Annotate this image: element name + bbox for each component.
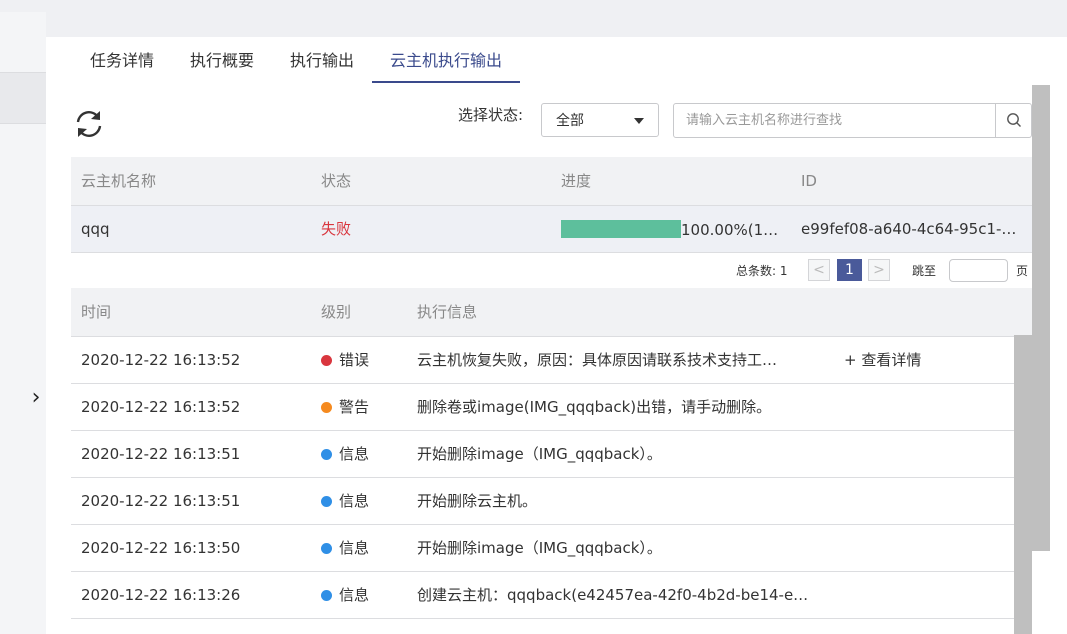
total-count: 总条数: 1 <box>736 264 788 278</box>
col-progress[interactable]: 进度 <box>561 157 591 205</box>
vm-search-box <box>673 103 1032 138</box>
log-time: 2020-12-22 16:13:52 <box>81 398 241 416</box>
col-time[interactable]: 时间 <box>81 288 111 336</box>
log-message: 删除卷或image(IMG_qqqback)出错，请手动删除。 <box>417 398 772 416</box>
log-level: 错误 <box>321 337 369 383</box>
log-time: 2020-12-22 16:13:26 <box>81 586 241 604</box>
table-row[interactable]: 2020-12-22 16:13:52 错误 云主机恢复失败，原因：具体原因请联系技… <box>71 337 1014 384</box>
caret-down-icon <box>634 118 644 124</box>
col-vm-name[interactable]: 云主机名称 <box>81 157 156 205</box>
left-sidebar-strip <box>0 12 46 634</box>
vm-table: 云主机名称 状态 进度 ID qqq 失败 100.00%(1… e99fef0… <box>71 157 1033 253</box>
col-message[interactable]: 执行信息 <box>417 288 477 336</box>
pagination: 总条数: 1 < 1 > 跳至 页 <box>736 259 1036 283</box>
level-dot-icon <box>321 496 332 507</box>
log-table: 时间 级别 执行信息 2020-12-22 16:13:52 错误 云主机恢复失败，… <box>71 288 1033 619</box>
status-select-value: 全部 <box>556 113 584 129</box>
prev-page-button[interactable]: < <box>808 259 830 281</box>
vm-search-input[interactable] <box>674 104 994 137</box>
chevron-right-icon[interactable]: › <box>26 386 46 410</box>
page-unit-label: 页 <box>1016 264 1029 278</box>
table-row[interactable]: 2020-12-22 16:13:50 信息 开始删除image（IMG_qqqba… <box>71 525 1014 572</box>
table-row[interactable]: 2020-12-22 16:13:51 信息 开始删除image（IMG_qqqba… <box>71 431 1014 478</box>
level-dot-icon <box>321 355 332 366</box>
log-message: 云主机恢复失败，原因：具体原因请联系技术支持工… <box>417 351 778 369</box>
current-page[interactable]: 1 <box>837 259 862 281</box>
log-message: 开始删除image（IMG_qqqback）。 <box>417 445 662 463</box>
log-level-text: 警告 <box>339 398 370 416</box>
log-message: 开始删除云主机。 <box>417 492 538 510</box>
log-time: 2020-12-22 16:13:51 <box>81 445 241 463</box>
table-row[interactable]: 2020-12-22 16:13:51 信息 开始删除云主机。 <box>71 478 1014 525</box>
log-time: 2020-12-22 16:13:50 <box>81 539 241 557</box>
tab-execution-output[interactable]: 执行输出 <box>272 37 372 83</box>
log-level-text: 信息 <box>339 445 370 463</box>
log-table-header: 时间 级别 执行信息 <box>71 288 1033 337</box>
table-row[interactable]: qqq 失败 100.00%(1… e99fef08-a640-4c64-95c… <box>71 206 1033 253</box>
view-details-link[interactable]: + 查看详情 <box>844 337 921 383</box>
main-panel: 任务详情 执行概要 执行输出 云主机执行输出 选择状态: 全部 云主机名称 状态 <box>46 37 1067 634</box>
tab-vm-execution-output[interactable]: 云主机执行输出 <box>372 37 521 83</box>
log-message: 开始删除image（IMG_qqqback）。 <box>417 539 662 557</box>
refresh-icon[interactable] <box>72 107 106 141</box>
log-level: 信息 <box>321 572 369 618</box>
level-dot-icon <box>321 543 332 554</box>
jump-to-label: 跳至 <box>912 264 937 278</box>
jump-page-input[interactable] <box>949 259 1008 282</box>
log-time: 2020-12-22 16:13:51 <box>81 492 241 510</box>
table-row[interactable]: 2020-12-22 16:13:26 信息 创建云主机：qqqback(e4245… <box>71 572 1014 619</box>
status-select[interactable]: 全部 <box>541 103 659 137</box>
vm-id: e99fef08-a640-4c64-95c1-… <box>801 220 1017 238</box>
log-level: 信息 <box>321 525 369 571</box>
progress-indicator: 100.00%(1… <box>561 220 778 240</box>
col-status[interactable]: 状态 <box>321 157 351 205</box>
progress-bar <box>561 220 681 238</box>
level-dot-icon <box>321 449 332 460</box>
level-dot-icon <box>321 402 332 413</box>
log-time: 2020-12-22 16:13:52 <box>81 351 241 369</box>
log-level-text: 错误 <box>339 351 370 369</box>
log-level-text: 信息 <box>339 539 370 557</box>
log-level-text: 信息 <box>339 492 370 510</box>
log-level: 信息 <box>321 478 369 524</box>
progress-text: 100.00%(1… <box>681 221 779 239</box>
col-id[interactable]: ID <box>801 157 817 205</box>
tab-execution-summary[interactable]: 执行概要 <box>172 37 272 83</box>
log-message: 创建云主机：qqqback(e42457ea-42f0-4b2d-be14-e… <box>417 586 809 604</box>
level-dot-icon <box>321 590 332 601</box>
tab-bar: 任务详情 执行概要 执行输出 云主机执行输出 <box>72 37 521 83</box>
status-filter-label: 选择状态: <box>458 106 524 124</box>
col-level[interactable]: 级别 <box>321 288 351 336</box>
sidebar-segment <box>0 72 46 124</box>
log-level: 警告 <box>321 384 369 430</box>
search-icon <box>1007 113 1021 127</box>
log-scrollbar-thumb[interactable] <box>1014 335 1032 634</box>
tab-task-details[interactable]: 任务详情 <box>72 37 172 83</box>
search-button[interactable] <box>995 104 1031 137</box>
next-page-button[interactable]: > <box>868 259 890 281</box>
log-level-text: 信息 <box>339 586 370 604</box>
vm-name: qqq <box>81 220 110 238</box>
vm-table-header: 云主机名称 状态 进度 ID <box>71 157 1033 206</box>
scrollbar-thumb[interactable] <box>1032 85 1050 551</box>
log-level: 信息 <box>321 431 369 477</box>
vm-status: 失败 <box>321 220 352 238</box>
table-row[interactable]: 2020-12-22 16:13:52 警告 删除卷或image(IMG_qqqba… <box>71 384 1014 431</box>
